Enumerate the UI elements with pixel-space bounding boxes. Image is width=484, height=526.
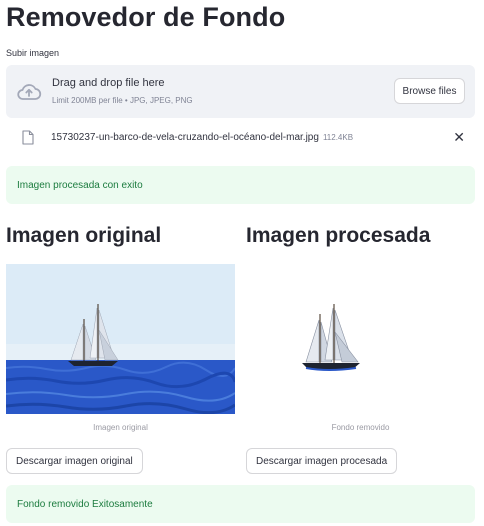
drop-instructions: Drag and drop file here bbox=[52, 77, 165, 89]
uploaded-file-name: 15730237-un-barco-de-vela-cruzando-el-oc… bbox=[51, 132, 353, 143]
download-original-button[interactable]: Descargar imagen original bbox=[6, 448, 143, 474]
remove-file-icon[interactable]: ✕ bbox=[453, 129, 465, 146]
success-alert-removed: Fondo removido Exitosamente bbox=[6, 485, 475, 523]
original-image bbox=[6, 264, 235, 414]
file-limit-text: Limit 200MB per file • JPG, JPEG, PNG bbox=[52, 96, 193, 105]
uploaded-file-row: 15730237-un-barco-de-vela-cruzando-el-oc… bbox=[6, 126, 475, 150]
file-size: 112.4KB bbox=[322, 133, 354, 142]
file-icon bbox=[22, 130, 34, 145]
processed-image bbox=[302, 304, 360, 371]
page-title: Removedor de Fondo bbox=[6, 2, 286, 32]
download-processed-button[interactable]: Descargar imagen procesada bbox=[246, 448, 398, 474]
cloud-upload-icon bbox=[17, 84, 42, 100]
uploader-label: Subir imagen bbox=[6, 48, 60, 58]
original-image-caption: Imagen original bbox=[93, 423, 148, 432]
success-alert-processed: Imagen procesada con exito bbox=[6, 166, 475, 204]
processed-image-caption: Fondo removido bbox=[331, 423, 390, 432]
processed-image-heading: Imagen procesada bbox=[246, 224, 431, 247]
browse-files-button[interactable]: Browse files bbox=[394, 78, 465, 104]
file-dropzone[interactable]: Drag and drop file here Limit 200MB per … bbox=[6, 65, 475, 118]
file-name-text: 15730237-un-barco-de-vela-cruzando-el-oc… bbox=[51, 132, 319, 143]
original-image-heading: Imagen original bbox=[6, 224, 162, 247]
